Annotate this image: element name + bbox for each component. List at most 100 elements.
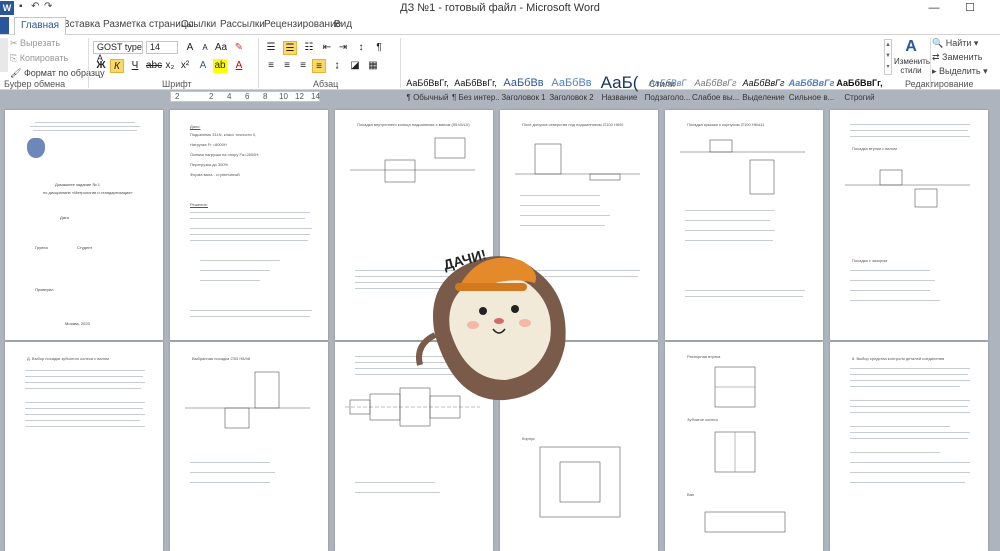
gear-drawing — [714, 431, 756, 473]
align-right-icon[interactable]: ≡ — [296, 59, 310, 73]
change-case-icon[interactable]: Aa — [214, 41, 228, 55]
line-spacing-icon[interactable]: ↨ — [330, 59, 344, 73]
text-line — [190, 218, 305, 219]
text-line — [190, 310, 312, 311]
align-left-icon[interactable]: ≡ — [264, 59, 278, 73]
ruler-mark: 4 — [227, 92, 232, 101]
page-11-gear-drawing[interactable]: Распорная втулка Зубчатое колесо Вал — [665, 342, 823, 551]
font-name-combo[interactable]: GOST type A — [93, 41, 143, 63]
font-color-icon[interactable]: A — [232, 59, 246, 73]
ribbon-group-labels: Буфер обмена Шрифт Абзац Стили Редактиро… — [0, 79, 1000, 91]
ribbon-tabs: Главная Вставка Разметка страницы Ссылки… — [0, 17, 1000, 35]
bold-button[interactable]: Ж — [94, 59, 108, 73]
text-line — [190, 212, 310, 213]
text-line — [25, 426, 145, 427]
text-line — [520, 215, 610, 216]
text-line — [190, 462, 270, 463]
page-text: Д. Выбор посадки зубчатого колеса с вало… — [27, 356, 109, 361]
text-line — [850, 280, 935, 281]
page-12-control-tools[interactable]: 6. Выбор средства контроля деталей соеди… — [830, 342, 988, 551]
page-text: Группа — [35, 245, 48, 250]
text-line — [850, 462, 970, 463]
superscript-button[interactable]: x² — [178, 59, 192, 73]
tab-view[interactable]: Вид — [328, 17, 358, 34]
find-button[interactable]: 🔍 Найти ▾ — [932, 38, 978, 49]
text-line — [850, 426, 950, 427]
maximize-button[interactable]: ☐ — [956, 0, 984, 17]
underline-button[interactable]: Ч — [128, 59, 142, 73]
style-label: Слабое вы... — [692, 93, 739, 102]
increase-indent-icon[interactable]: ⇥ — [336, 41, 350, 55]
align-center-icon[interactable]: ≡ — [280, 59, 294, 73]
group-separator — [258, 38, 259, 88]
style-label: Сильное в... — [788, 93, 835, 102]
font-size-combo[interactable]: 14 — [146, 41, 178, 54]
text-effects-icon[interactable]: A — [196, 59, 210, 73]
text-line — [190, 316, 310, 317]
text-line — [850, 400, 970, 401]
paste-button[interactable] — [0, 38, 8, 72]
grow-font-icon[interactable]: A — [183, 41, 197, 55]
ruler-mark: 8 — [263, 92, 268, 101]
decrease-indent-icon[interactable]: ⇤ — [320, 41, 334, 55]
text-line — [33, 130, 137, 131]
bullets-icon[interactable]: ☰ — [264, 41, 278, 55]
replace-button[interactable]: ⇄ Заменить — [932, 52, 983, 63]
copy-button[interactable]: ⎘ Копировать — [10, 53, 68, 64]
tab-home[interactable]: Главная — [14, 17, 67, 35]
style-label: Название — [601, 93, 638, 102]
clear-format-icon[interactable]: ✎ — [232, 41, 246, 55]
file-tab[interactable] — [0, 17, 9, 34]
ruler-mark: 2 — [175, 92, 180, 101]
select-label: Выделить — [939, 66, 981, 76]
clipboard-group-label: Буфер обмена — [4, 79, 66, 89]
show-marks-button[interactable]: ¶ — [372, 41, 386, 55]
numbering-icon[interactable]: ☰ — [283, 41, 297, 55]
text-line — [685, 230, 775, 231]
text-line — [850, 412, 970, 413]
page-8-selected-fit[interactable]: Выбранная посадка ∅53 H8/h8 — [170, 342, 328, 551]
styles-scroll[interactable]: ▲ ▼ ▾ — [884, 39, 892, 75]
page-1-title[interactable]: Домашнее задание № 1 по дисциплине «Метр… — [5, 110, 163, 340]
shading-icon[interactable]: ◪ — [348, 59, 362, 73]
style-label: Подзаголо... — [644, 93, 691, 102]
style-label: Строгий — [844, 93, 875, 102]
page-5-cover-fit[interactable]: Посадка крышки с корпусом ∅100 H6/d11 — [665, 110, 823, 340]
ruler-mark: 12 — [295, 92, 304, 101]
text-line — [25, 402, 145, 403]
page-6-bushing-fit[interactable]: Посадка втулки с валом Посадка с зазором — [830, 110, 988, 340]
university-emblem-icon — [27, 138, 45, 158]
text-line — [850, 452, 940, 453]
multilevel-list-icon[interactable]: ☷ — [302, 41, 316, 55]
page-7-gear-fit[interactable]: Д. Выбор посадки зубчатого колеса с вало… — [5, 342, 163, 551]
format-painter-button[interactable]: 🖌 Формат по образцу — [10, 68, 105, 79]
page-2-given[interactable]: Дано: Подшипник 311N, класс точности 0, … — [170, 110, 328, 340]
page-text: Проверил — [35, 287, 54, 292]
text-line — [850, 380, 970, 381]
tolerance-diagram — [680, 139, 805, 195]
window-title: ДЗ №1 - готовый файл - Microsoft Word — [400, 2, 600, 14]
highlight-icon[interactable]: ab — [213, 59, 227, 73]
justify-icon[interactable]: ≡ — [312, 59, 326, 73]
sort-icon[interactable]: ↕ — [354, 41, 368, 55]
cut-button[interactable]: ✂ Вырезать — [10, 38, 60, 49]
text-line — [200, 260, 280, 261]
cut-label: Вырезать — [20, 38, 61, 48]
subscript-button[interactable]: x₂ — [163, 59, 177, 73]
change-styles-label: Изменить стили — [894, 57, 931, 75]
select-button[interactable]: ▸ Выделить ▾ — [932, 66, 988, 77]
bushing-drawing — [714, 366, 756, 408]
change-styles-button[interactable]: A Изменить стили — [894, 37, 931, 81]
text-line — [685, 240, 773, 241]
strikethrough-button[interactable]: abc — [146, 59, 162, 73]
italic-button[interactable]: К — [110, 59, 124, 73]
page-text: Студент — [77, 245, 93, 250]
shrink-font-icon[interactable]: A — [198, 41, 212, 55]
borders-icon[interactable]: ▦ — [366, 59, 380, 73]
horizontal-ruler[interactable]: 2 2 4 6 8 10 12 14 — [170, 91, 320, 102]
find-label: Найти — [945, 38, 972, 48]
page-text: Перегрузка до 300% — [190, 162, 229, 167]
font-group-label: Шрифт — [162, 79, 192, 89]
style-label: Заголовок 2 — [549, 93, 594, 102]
minimize-button[interactable]: — — [920, 0, 948, 17]
